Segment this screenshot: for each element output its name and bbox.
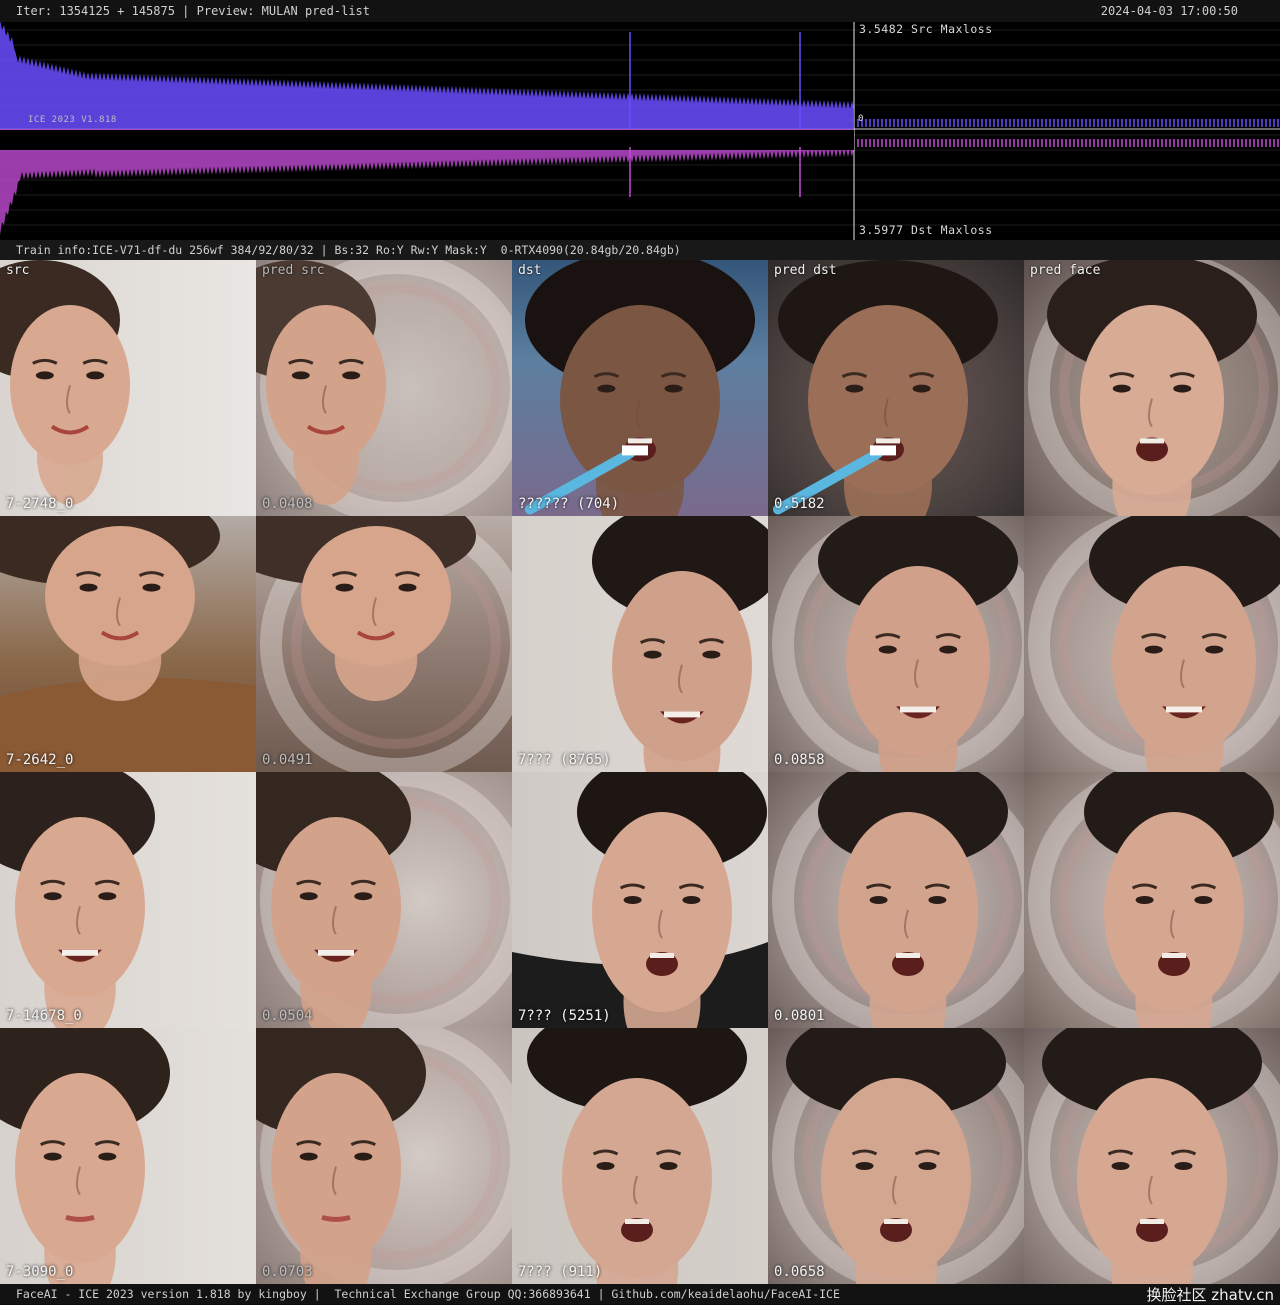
face-image-pred-src xyxy=(256,772,512,1028)
src-sample-id: 7-2642_0 xyxy=(6,752,74,768)
face-image-src xyxy=(0,260,256,516)
face-image-dst xyxy=(512,1028,768,1284)
loss-value: 0.0491 xyxy=(262,752,313,768)
preview-dst-row-2: 7??? (8765) xyxy=(512,516,768,772)
footer-bar: FaceAI - ICE 2023 version 1.818 by kingb… xyxy=(0,1284,1280,1304)
version-label: ICE 2023 V1.818 xyxy=(28,115,117,125)
preview-pred-face-row-1: pred face xyxy=(1024,260,1280,516)
column-title-src: src xyxy=(6,263,30,278)
preview-pred-src-row-1: pred src 0.0408 xyxy=(256,260,512,516)
face-image-pred-src xyxy=(256,260,512,516)
loss-value: 0.0504 xyxy=(262,1008,313,1024)
dst-maxloss-label: 3.5977 Dst Maxloss xyxy=(859,223,993,237)
loss-value: 0.0408 xyxy=(262,496,313,512)
face-image-src xyxy=(0,516,256,772)
preview-dst-row-1: dst ?????? (704) xyxy=(512,260,768,516)
preview-pred-src-row-2: 0.0491 xyxy=(256,516,512,772)
src-sample-id: 7-14678_0 xyxy=(6,1008,82,1024)
preview-pred-face-row-3 xyxy=(1024,772,1280,1028)
preview-dst-row-4: 7??? (911) xyxy=(512,1028,768,1284)
preview-pred-dst-row-3: 0.0801 xyxy=(768,772,1024,1028)
dst-sample-id: 7??? (8765) xyxy=(518,752,611,768)
column-title-pred-face: pred face xyxy=(1030,263,1101,278)
top-status-bar: Iter: 1354125 + 145875 | Preview: MULAN … xyxy=(0,0,1280,22)
dst-sample-id: ?????? (704) xyxy=(518,496,620,512)
train-info-bar: Train info:ICE-V71-df-du 256wf 384/92/80… xyxy=(0,240,1280,260)
preview-pred-src-row-3: 0.0504 xyxy=(256,772,512,1028)
site-watermark: 换脸社区 zhatv.cn xyxy=(1146,1286,1274,1304)
iteration-preview-label: Iter: 1354125 + 145875 | Preview: MULAN … xyxy=(16,4,371,18)
zero-axis-label: 0 xyxy=(858,114,864,124)
face-image-pred-src xyxy=(256,516,512,772)
preview-src-row-2: 7-2642_0 xyxy=(0,516,256,772)
face-image-pred-dst xyxy=(768,772,1024,1028)
column-title-pred-src: pred src xyxy=(262,263,325,278)
src-sample-id: 7-3090_0 xyxy=(6,1264,74,1280)
preview-src-row-3: 7-14678_0 xyxy=(0,772,256,1028)
face-image-pred-dst xyxy=(768,516,1024,772)
loss-graph-canvas xyxy=(0,22,1280,240)
face-image-pred-face xyxy=(1024,260,1280,516)
src-sample-id: 7-2748_0 xyxy=(6,496,74,512)
preview-pred-dst-row-2: 0.0858 xyxy=(768,516,1024,772)
preview-pred-src-row-4: 0.0703 xyxy=(256,1028,512,1284)
timestamp: 2024-04-03 17:00:50 xyxy=(1100,4,1238,18)
dst-sample-id: 7??? (5251) xyxy=(518,1008,611,1024)
face-image-pred-face xyxy=(1024,516,1280,772)
preview-src-row-4: 7-3090_0 xyxy=(0,1028,256,1284)
src-maxloss-label: 3.5482 Src Maxloss xyxy=(859,22,993,36)
loss-value: 0.5182 xyxy=(774,496,825,512)
face-image-pred-face xyxy=(1024,1028,1280,1284)
loss-value: 0.0658 xyxy=(774,1264,825,1280)
face-image-pred-face xyxy=(1024,772,1280,1028)
loss-value: 0.0801 xyxy=(774,1008,825,1024)
dst-sample-id: 7??? (911) xyxy=(518,1264,603,1280)
footer-credits: FaceAI - ICE 2023 version 1.818 by kingb… xyxy=(16,1287,840,1301)
column-title-pred-dst: pred dst xyxy=(774,263,837,278)
face-image-src xyxy=(0,1028,256,1284)
preview-pred-face-row-4 xyxy=(1024,1028,1280,1284)
face-image-pred-src xyxy=(256,1028,512,1284)
loss-value: 0.0858 xyxy=(774,752,825,768)
loss-history-graph: 3.5482 Src Maxloss 3.5977 Dst Maxloss IC… xyxy=(0,22,1280,240)
preview-pred-dst-row-1: pred dst 0.5182 xyxy=(768,260,1024,516)
face-image-pred-dst xyxy=(768,260,1024,516)
loss-value: 0.0703 xyxy=(262,1264,313,1280)
column-title-dst: dst xyxy=(518,263,542,278)
face-image-dst xyxy=(512,260,768,516)
preview-pred-dst-row-4: 0.0658 xyxy=(768,1028,1024,1284)
preview-grid: src 7-2748_0 pred src 0.0408 dst ?????? (704)… xyxy=(0,260,1280,1284)
face-image-dst xyxy=(512,516,768,772)
preview-dst-row-3: 7??? (5251) xyxy=(512,772,768,1028)
face-image-src xyxy=(0,772,256,1028)
preview-pred-face-row-2 xyxy=(1024,516,1280,772)
face-image-dst xyxy=(512,772,768,1028)
train-info-text: Train info:ICE-V71-df-du 256wf 384/92/80… xyxy=(16,243,681,257)
face-image-pred-dst xyxy=(768,1028,1024,1284)
preview-src-row-1: src 7-2748_0 xyxy=(0,260,256,516)
